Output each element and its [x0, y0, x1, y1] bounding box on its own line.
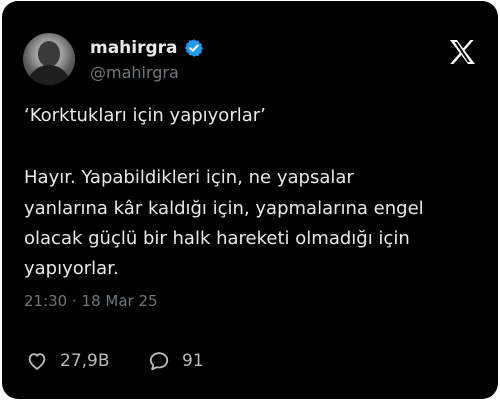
- tweet-text-line-4: olacak güçlü bir halk hareketi olmadığı …: [24, 228, 410, 249]
- author-name-row[interactable]: mahirgra: [90, 37, 204, 59]
- author-handle[interactable]: @mahirgra: [90, 63, 179, 83]
- avatar-shoulders-shape: [27, 65, 71, 85]
- tweet-text-line-5: yapıyorlar.: [24, 258, 119, 279]
- tweet-text-line-1: ‘Korktukları için yapıyorlar’: [24, 105, 266, 126]
- author-display-name[interactable]: mahirgra: [90, 37, 178, 59]
- avatar[interactable]: [23, 33, 75, 85]
- reply-button[interactable]: 91: [148, 348, 204, 374]
- verified-badge-icon: [184, 39, 203, 57]
- tweet-card[interactable]: mahirgra @mahirgra ‘Korktukları için yap…: [2, 1, 498, 399]
- like-count: 27,9B: [60, 351, 110, 371]
- like-button[interactable]: 27,9B: [26, 348, 110, 374]
- avatar-head-shape: [38, 41, 60, 67]
- tweet-timestamp[interactable]: 21:30 · 18 Mar 25: [24, 291, 158, 311]
- reply-count: 91: [182, 351, 204, 371]
- x-logo-icon[interactable]: [448, 39, 476, 65]
- tweet-text-line-2: Hayır. Yapabildikleri için, ne yapsalar: [24, 167, 354, 188]
- screenshot-frame: mahirgra @mahirgra ‘Korktukları için yap…: [0, 0, 500, 401]
- reply-bubble-icon: [149, 352, 169, 371]
- tweet-text-line-3: yanlarına kâr kaldığı için, yapmalarına …: [24, 198, 424, 219]
- heart-icon: [28, 353, 46, 370]
